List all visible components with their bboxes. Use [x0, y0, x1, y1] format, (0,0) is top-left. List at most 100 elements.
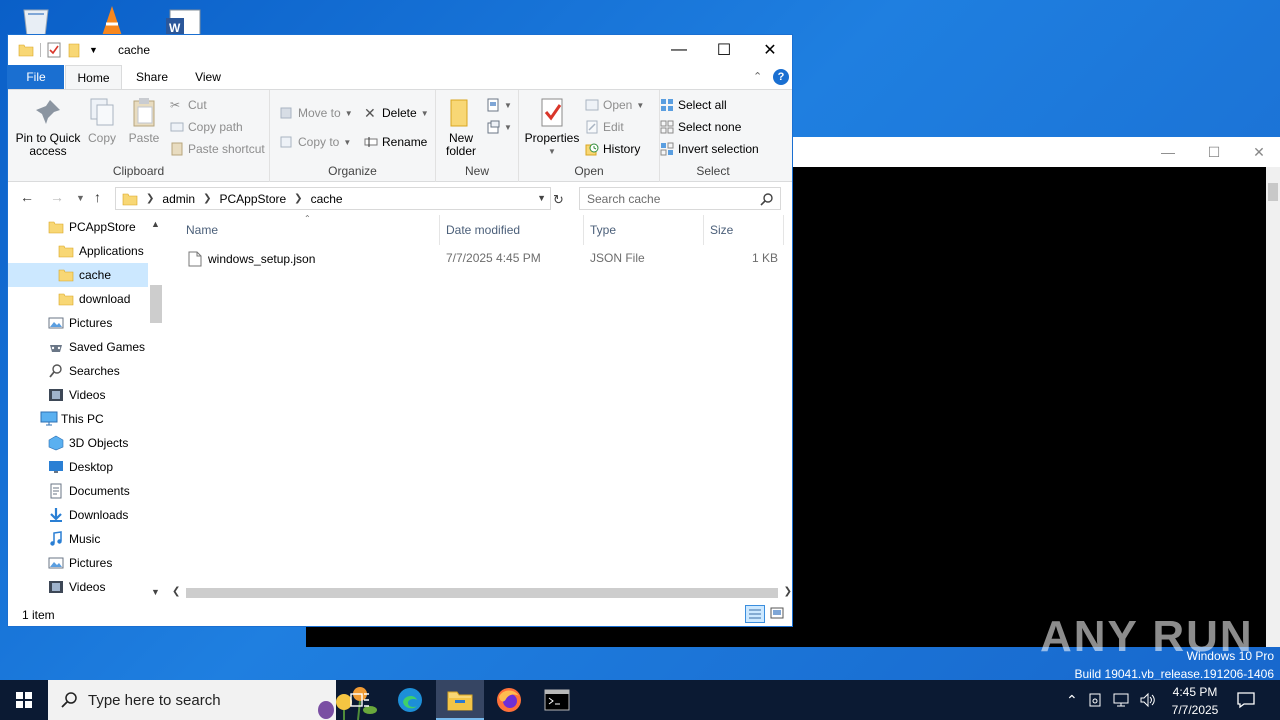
breadcrumb-separator-icon[interactable]: ❯ [146, 193, 154, 204]
copy-path-button[interactable]: Copy path [170, 118, 243, 136]
paste-shortcut-button[interactable]: Paste shortcut [170, 140, 265, 158]
delete-button[interactable]: ✕ Delete ▼ [364, 104, 429, 122]
nav-item-this-pc[interactable]: This PC [8, 407, 148, 431]
nav-item-cache[interactable]: cache [8, 263, 148, 287]
column-header-size[interactable]: Size [704, 215, 784, 245]
open-button[interactable]: Open ▼ [585, 96, 644, 114]
console-close-button[interactable]: ✕ [1250, 143, 1268, 161]
scroll-left-arrow-icon[interactable]: ❮ [172, 586, 180, 597]
column-header-name[interactable]: Name [166, 215, 440, 245]
file-explorer-window[interactable]: ▼ cache — ☐ ✕ File Home Share View ⌃ ? P… [7, 34, 793, 627]
select-all-button[interactable]: Select all [660, 96, 727, 114]
nav-item-pcappstore[interactable]: PCAppStore [8, 215, 148, 239]
console-maximize-button[interactable]: ☐ [1205, 143, 1223, 161]
copy-to-button[interactable]: Copy to ▼ [280, 133, 351, 151]
action-center-button[interactable] [1236, 690, 1256, 713]
volume-icon[interactable] [1139, 692, 1157, 708]
file-explorer-taskbar-button[interactable] [436, 680, 484, 720]
file-list[interactable]: ⌃ Name Date modified Type Size windows_s… [166, 214, 792, 601]
file-list-horizontal-scrollbar[interactable]: ❮ ❯ [166, 584, 792, 601]
start-button[interactable] [0, 680, 48, 720]
scroll-up-arrow-icon[interactable]: ▲ [151, 219, 160, 229]
nav-item-music[interactable]: Music [8, 527, 148, 551]
nav-item-desktop[interactable]: Desktop [8, 455, 148, 479]
show-hidden-icons-chevron-icon[interactable]: ⌃ [1066, 692, 1078, 709]
word-document-icon[interactable]: W [164, 4, 204, 37]
back-arrow-icon[interactable]: ← [20, 189, 34, 205]
system-clock[interactable]: 4:45 PM 7/7/2025 [1166, 683, 1224, 719]
file-name-cell[interactable]: windows_setup.json [188, 251, 315, 267]
edit-button[interactable]: Edit [585, 118, 624, 136]
breadcrumb-separator-icon[interactable]: ❯ [294, 193, 302, 204]
search-box[interactable]: Search cache [579, 187, 781, 210]
new-item-button[interactable]: ▼ [486, 96, 512, 114]
tab-view[interactable]: View [182, 65, 234, 89]
scroll-down-arrow-icon[interactable]: ▼ [151, 587, 160, 597]
console-scroll-thumb[interactable] [1268, 183, 1278, 201]
close-button[interactable]: ✕ [747, 35, 793, 65]
navigation-pane[interactable]: PCAppStore Applications cache download Pictu… [8, 215, 166, 601]
select-none-button[interactable]: Select none [660, 118, 741, 136]
properties-icon[interactable] [47, 42, 61, 58]
cut-button[interactable]: ✂ Cut [170, 96, 207, 114]
horizontal-scroll-thumb[interactable] [186, 588, 778, 598]
move-to-button[interactable]: Move to ▼ [280, 104, 353, 122]
nav-item-downloads[interactable]: Downloads [8, 503, 148, 527]
nav-item-download[interactable]: download [8, 287, 148, 311]
invert-selection-button[interactable]: Invert selection [660, 140, 759, 158]
address-bar[interactable]: ❯ admin ❯ PCAppStore ❯ cache ▼ [115, 187, 551, 210]
refresh-icon[interactable]: ↻ [553, 192, 564, 208]
console-scrollbar[interactable] [1266, 167, 1280, 647]
edge-browser-button[interactable] [386, 680, 434, 720]
device-icon[interactable] [1087, 692, 1103, 708]
breadcrumb-admin[interactable]: admin [162, 192, 195, 206]
titlebar[interactable]: ▼ cache — ☐ ✕ [8, 35, 792, 65]
minimize-button[interactable]: — [656, 35, 702, 65]
qat-customize-chevron-icon[interactable]: ▼ [89, 45, 98, 55]
firefox-button[interactable] [485, 680, 533, 720]
nav-pane-scroll-thumb[interactable] [150, 285, 162, 323]
tab-share[interactable]: Share [126, 65, 178, 89]
nav-item-videos[interactable]: Videos [8, 575, 148, 599]
taskbar-search-box[interactable]: Type here to search [48, 680, 377, 720]
nav-item-documents[interactable]: Documents [8, 479, 148, 503]
nav-item-videos[interactable]: Videos [8, 383, 148, 407]
command-prompt-button[interactable] [533, 680, 581, 720]
pin-to-quick-access-button[interactable]: Pin to Quick access [14, 96, 82, 158]
column-header-type[interactable]: Type [584, 215, 704, 245]
forward-arrow-icon[interactable]: → [50, 189, 64, 205]
nav-item-3d-objects[interactable]: 3D Objects [8, 431, 148, 455]
nav-item-saved-games[interactable]: Saved Games [8, 335, 148, 359]
maximize-button[interactable]: ☐ [701, 35, 747, 65]
vlc-icon[interactable] [92, 4, 132, 36]
ribbon-collapse-chevron-icon[interactable]: ⌃ [753, 70, 762, 83]
new-folder-button[interactable]: New folder [440, 96, 482, 158]
network-icon[interactable] [1112, 692, 1130, 708]
file-row[interactable]: windows_setup.json 7/7/2025 4:45 PM JSON… [166, 247, 792, 269]
copy-button[interactable]: Copy [86, 96, 118, 145]
easy-access-button[interactable]: ▼ [486, 118, 512, 136]
breadcrumb-pcappstore[interactable]: PCAppStore [219, 192, 286, 206]
recycle-bin-icon[interactable] [16, 4, 56, 37]
help-icon[interactable]: ? [773, 69, 789, 85]
up-arrow-icon[interactable]: ↑ [94, 189, 101, 205]
column-header-date-modified[interactable]: Date modified [440, 215, 584, 245]
console-minimize-button[interactable]: — [1159, 143, 1177, 161]
breadcrumb-cache[interactable]: cache [311, 192, 343, 206]
scroll-right-arrow-icon[interactable]: ❯ [784, 586, 792, 597]
breadcrumb-separator-icon[interactable]: ❯ [203, 193, 211, 204]
task-view-button[interactable] [336, 680, 384, 720]
nav-item-pictures[interactable]: Pictures [8, 551, 148, 575]
history-button[interactable]: History [585, 140, 640, 158]
nav-item-applications[interactable]: Applications [8, 239, 148, 263]
rename-button[interactable]: Rename [364, 133, 427, 151]
large-icons-view-icon[interactable] [768, 605, 788, 623]
properties-button[interactable]: Properties ▼ [523, 96, 581, 158]
recent-locations-chevron-icon[interactable]: ▼ [76, 193, 85, 203]
address-history-chevron-icon[interactable]: ▼ [537, 193, 546, 203]
paste-button[interactable]: Paste [126, 96, 162, 145]
tab-home[interactable]: Home [65, 65, 122, 89]
nav-item-pictures[interactable]: Pictures [8, 311, 148, 335]
nav-pane-scrollbar[interactable]: ▲ ▼ [148, 215, 165, 601]
nav-item-searches[interactable]: Searches [8, 359, 148, 383]
